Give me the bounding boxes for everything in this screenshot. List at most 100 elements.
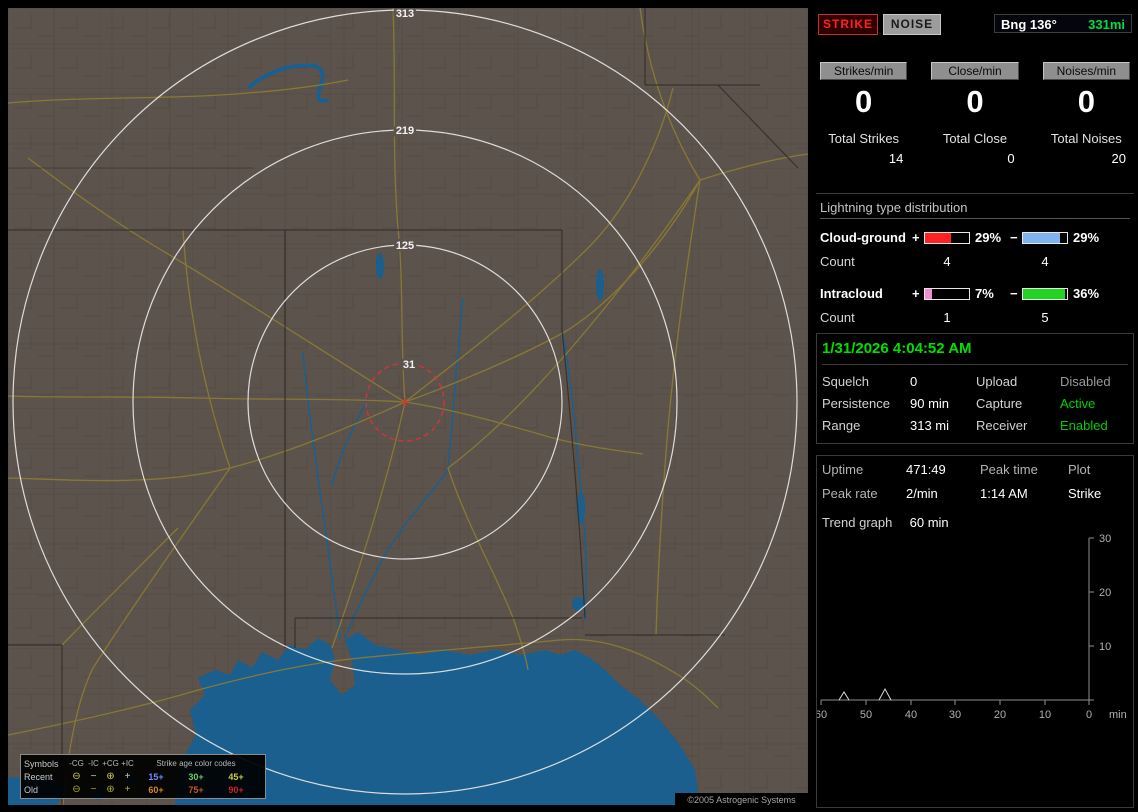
intracloud-label: Intracloud <box>820 286 883 301</box>
x-tick-40: 40 <box>905 709 917 721</box>
cg-positive-count: 4 <box>943 254 951 269</box>
app-window: 313 219 125 31 Symbols -CG -IC +CG +IC S… <box>0 0 1138 812</box>
cloud-ground-count-row: Count 4 4 <box>820 254 1130 269</box>
strike-mode-button[interactable]: STRIKE <box>818 14 878 35</box>
plus-sign: + <box>912 230 920 245</box>
strike-trend-graph: 30 20 10 60 50 40 30 20 10 0 min <box>817 533 1127 721</box>
y-ticks <box>1089 537 1094 701</box>
ic-positive-count: 1 <box>943 310 951 325</box>
section-divider <box>816 193 1134 194</box>
uptime-trend-section: Uptime 471:49 Peak time Plot Peak rate 2… <box>816 455 1134 808</box>
cg-negative-pct: 29% <box>1073 230 1100 245</box>
x-axis-unit: min <box>1109 709 1127 721</box>
legend-col-pos-ic: +IC <box>121 759 134 768</box>
peak-rate-label: Peak rate <box>822 486 878 501</box>
old-pos-cg-icon: ⊕ <box>106 783 115 795</box>
noises-per-min-label: Noises/min <box>1042 62 1130 80</box>
ic-negative-count: 5 <box>1041 310 1049 325</box>
total-strikes-label: Total Strikes <box>828 131 900 146</box>
ic-negative-bar <box>1022 287 1068 300</box>
legend-symbols-header: Symbols <box>24 758 59 769</box>
cg-positive-bar-fill <box>925 232 952 243</box>
persistence-label: Persistence <box>822 396 890 411</box>
total-close-value: 0 <box>1007 151 1015 166</box>
strikes-per-min-label: Strikes/min <box>820 62 908 80</box>
y-tick-20: 20 <box>1099 587 1111 599</box>
squelch-value: 0 <box>910 374 918 389</box>
close-per-min-column: Close/min 0 Total Close 0 <box>931 62 1019 166</box>
copyright-notice: ©2005 Astrogenic Systems <box>675 793 808 807</box>
mode-toolbar: STRIKE NOISE Bng 136° 331mi <box>818 14 1132 35</box>
cloud-ground-label: Cloud-ground <box>820 230 906 245</box>
legend-col-neg-ic: -IC <box>88 759 99 768</box>
ring-label-31: 31 <box>403 359 415 371</box>
ic-positive-bar <box>924 287 970 300</box>
x-tick-30: 30 <box>949 709 961 721</box>
legend-header-row: Symbols -CG -IC +CG +IC Strike age color… <box>24 757 262 770</box>
age-60: 60+ <box>148 784 164 795</box>
map-legend: Symbols -CG -IC +CG +IC Strike age color… <box>20 754 266 799</box>
total-close-label: Total Close <box>942 131 1008 146</box>
intracloud-count-row: Count 1 5 <box>820 310 1130 325</box>
plot-label: Plot <box>1068 462 1091 477</box>
old-neg-cg-icon: ⊖ <box>72 783 81 795</box>
total-noises-label: Total Noises <box>1050 131 1122 146</box>
age-45: 45+ <box>228 771 244 782</box>
peak-time-label: Peak time <box>980 462 1038 477</box>
recent-pos-ic-icon: + <box>124 770 131 782</box>
noises-per-min-value: 0 <box>1077 84 1095 119</box>
rate-counters: Strikes/min 0 Total Strikes 14 Close/min… <box>812 62 1138 166</box>
status-panel: STRIKE NOISE Bng 136° 331mi Strikes/min … <box>812 0 1138 812</box>
close-per-min-label: Close/min <box>931 62 1019 80</box>
receiver-status: Enabled <box>1060 418 1108 433</box>
settings-grid: Squelch 0 Upload Disabled Persistence 90… <box>822 374 1128 433</box>
system-settings-section: 1/31/2026 4:04:52 AM Squelch 0 Upload Di… <box>816 333 1134 444</box>
peak-rate-value: 2/min <box>906 486 938 501</box>
cg-negative-bar-fill <box>1023 232 1061 243</box>
bearing-readout: Bng 136° 331mi <box>994 14 1132 33</box>
squelch-label: Squelch <box>822 374 869 389</box>
total-noises-value: 20 <box>1111 151 1126 166</box>
uptime-label: Uptime <box>822 462 864 477</box>
capture-label: Capture <box>976 396 1023 411</box>
distribution-title: Lightning type distribution <box>820 200 1130 219</box>
old-pos-ic-icon: + <box>124 783 131 795</box>
age-90: 90+ <box>228 784 244 795</box>
legend-old-label: Old <box>24 784 39 795</box>
strikes-per-min-value: 0 <box>855 84 873 119</box>
recent-pos-cg-icon: ⊕ <box>106 770 115 782</box>
status-grid: Uptime 471:49 Peak time Plot Peak rate 2… <box>822 462 1128 501</box>
x-tick-50: 50 <box>860 709 872 721</box>
legend-age-header: Strike age color codes <box>156 759 236 768</box>
legend-col-pos-cg: +CG <box>102 759 119 768</box>
peak-time-value: 1:14 AM <box>980 486 1028 501</box>
capture-status: Active <box>1060 396 1096 411</box>
old-neg-ic-icon: − <box>90 783 97 795</box>
y-tick-10: 10 <box>1099 641 1111 653</box>
ring-label-313: 313 <box>396 8 414 20</box>
count-label: Count <box>820 254 855 269</box>
receiver-label: Receiver <box>976 418 1028 433</box>
bearing-label: Bng 136° <box>1001 17 1057 32</box>
cg-positive-pct: 29% <box>975 230 1002 245</box>
current-datetime: 1/31/2026 4:04:52 AM <box>822 340 1128 365</box>
x-tick-0: 0 <box>1086 709 1092 721</box>
age-75: 75+ <box>188 784 204 795</box>
range-value: 313 mi <box>910 418 950 433</box>
close-per-min-value: 0 <box>966 84 984 119</box>
ic-positive-bar-fill <box>925 288 933 299</box>
bearing-distance: 331mi <box>1088 17 1125 32</box>
map-area[interactable]: 313 219 125 31 Symbols -CG -IC +CG +IC S… <box>8 8 808 807</box>
upload-status: Disabled <box>1060 374 1111 389</box>
ic-negative-pct: 36% <box>1073 286 1100 301</box>
total-strikes-value: 14 <box>888 151 904 166</box>
cloud-ground-row: Cloud-ground + 29% − 29% <box>820 230 1130 245</box>
x-tick-10: 10 <box>1039 709 1051 721</box>
weather-map[interactable]: 313 219 125 31 <box>8 8 808 805</box>
noise-mode-button[interactable]: NOISE <box>883 14 941 35</box>
recent-neg-ic-icon: − <box>90 770 97 782</box>
y-tick-30: 30 <box>1099 533 1111 545</box>
legend-old-row: Old ⊖ − ⊕ + 60+ 75+ 90+ <box>24 783 262 796</box>
uptime-value: 471:49 <box>906 462 946 477</box>
ic-negative-bar-fill <box>1023 288 1066 299</box>
